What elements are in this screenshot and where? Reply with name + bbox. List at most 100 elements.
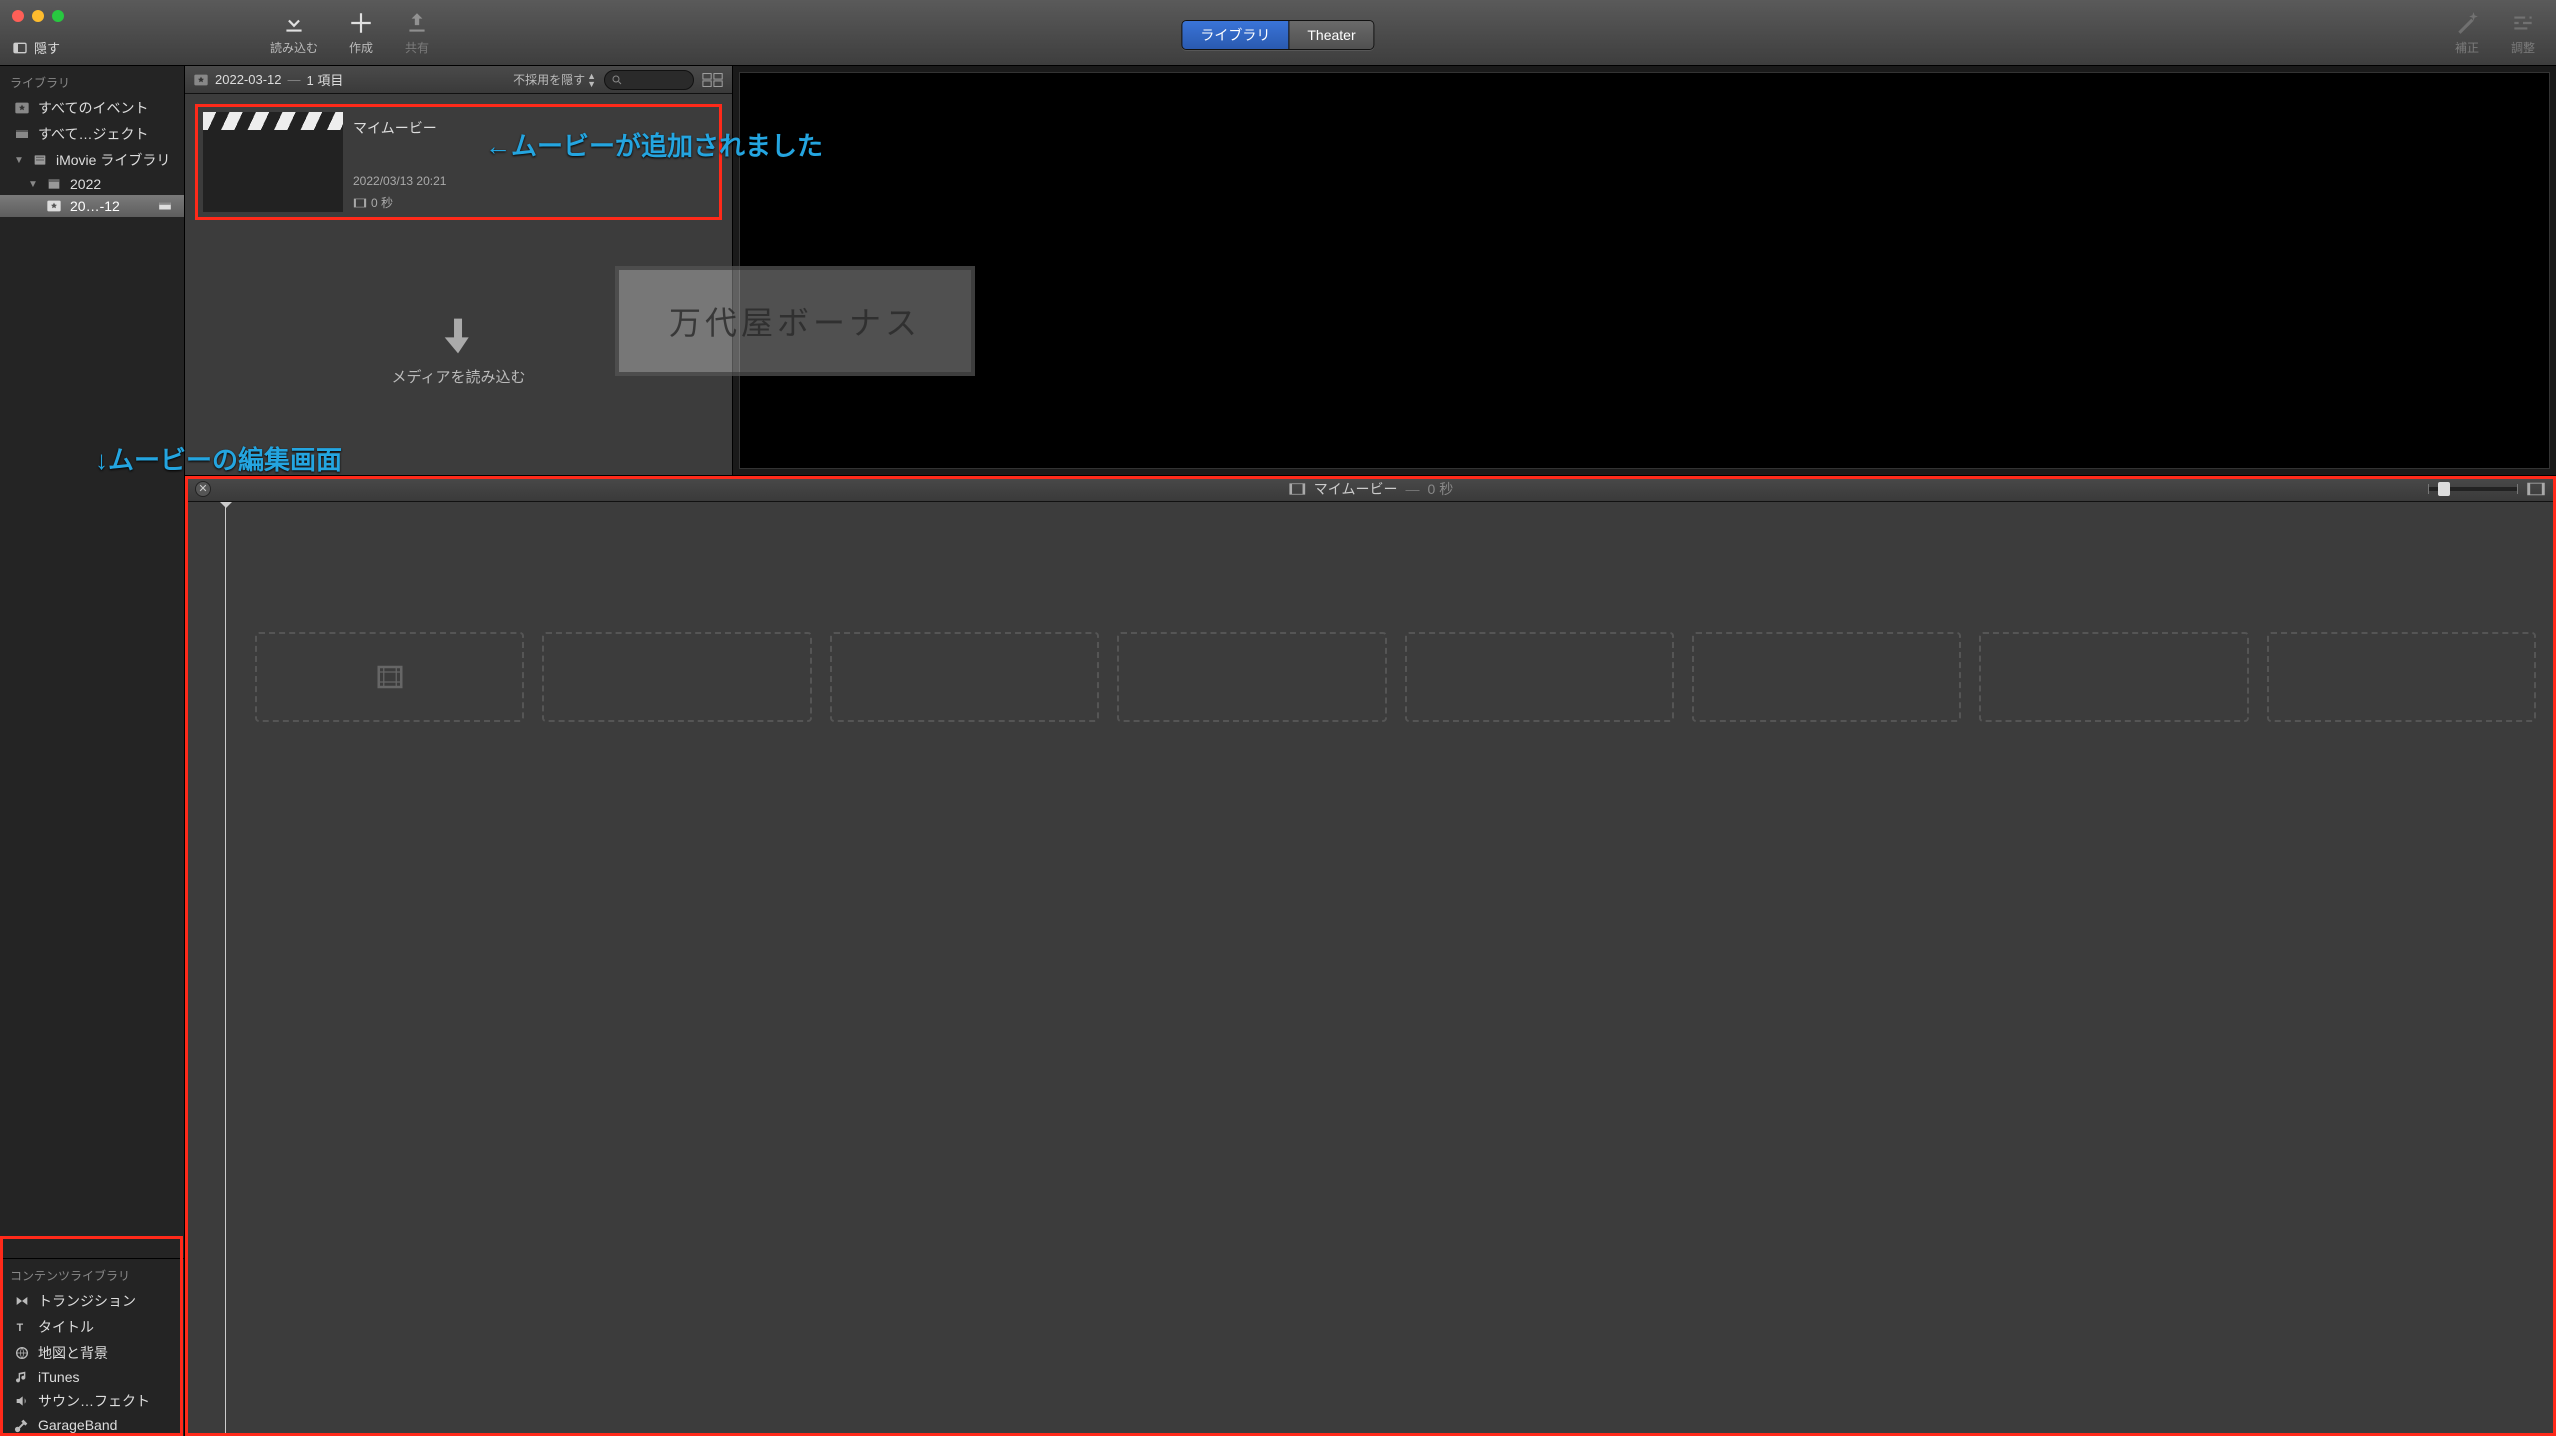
big-arrow-down-icon <box>442 316 474 356</box>
projects-icon <box>14 126 30 142</box>
clapper-mini-icon <box>156 199 174 213</box>
content-itunes[interactable]: iTunes <box>0 1366 184 1388</box>
sidebar-imovie-library[interactable]: ▼ iMovie ライブラリ <box>0 147 184 173</box>
timeline-panel: ✕ マイムービー — 0 秒 <box>185 476 2556 1436</box>
search-input[interactable] <box>604 70 694 90</box>
speaker-icon <box>14 1393 30 1409</box>
disclosure-triangle-icon[interactable]: ▼ <box>14 155 24 166</box>
dash: — <box>1406 481 1420 497</box>
star-icon <box>14 100 30 116</box>
enhance-button[interactable]: 補正 <box>2454 9 2480 56</box>
toolbar-right-group: 補正 調整 <box>2454 0 2536 65</box>
transitions-icon <box>14 1293 30 1309</box>
titles-icon: T <box>14 1319 30 1335</box>
sidebar-imovie-library-label: iMovie ライブラリ <box>56 150 170 170</box>
guitar-icon <box>14 1417 30 1433</box>
movie-duration-text: 0 秒 <box>371 194 393 211</box>
main-toolbar: 隠す 読み込む 作成 共有 ライブラリ Theater 補正 調整 <box>0 0 2556 66</box>
disclosure-triangle-icon[interactable]: ▼ <box>28 179 38 190</box>
center-column: 2022-03-12 — 1 項目 不採用を隠す ▲▼ <box>185 66 2556 1436</box>
main-area: ライブラリ すべてのイベント すべて…ジェクト ▼ iMovie ライブラリ ▼… <box>0 66 2556 1436</box>
playhead[interactable] <box>225 502 226 1436</box>
adjust-button[interactable]: 調整 <box>2510 9 2536 56</box>
library-theater-segmented: ライブラリ Theater <box>1181 20 1374 50</box>
event-name-text: 2022-03-12 <box>215 72 282 87</box>
window-close-button[interactable] <box>12 10 24 22</box>
sidebar-all-events-label: すべてのイベント <box>38 98 148 118</box>
content-garageband-label: GarageBand <box>38 1417 117 1433</box>
video-preview[interactable] <box>739 72 2550 469</box>
event-browser-title: 2022-03-12 — 1 項目 <box>193 70 505 89</box>
empty-clip-placeholders <box>255 632 2536 722</box>
import-hint-text: メディアを読み込む <box>392 366 526 387</box>
sliders-icon <box>2510 10 2536 36</box>
create-label: 作成 <box>349 39 373 56</box>
timeline-track-area[interactable] <box>185 502 2556 1436</box>
library-drive-icon <box>32 152 48 168</box>
movie-thumbnail <box>203 112 343 212</box>
movie-project-card[interactable]: マイムービー 2022/03/13 20:21 0 秒 <box>195 104 722 220</box>
share-button[interactable]: 共有 <box>404 9 430 56</box>
movie-title-text: マイムービー <box>353 118 446 138</box>
filmstrip-icon <box>353 197 367 209</box>
clip-placeholder[interactable] <box>1979 632 2248 722</box>
clip-placeholder[interactable] <box>830 632 1099 722</box>
search-icon <box>611 74 623 86</box>
content-sound-fx-label: サウン…フェクト <box>38 1391 150 1411</box>
sidebar-all-projects[interactable]: すべて…ジェクト <box>0 121 184 147</box>
toolbar-action-group: 読み込む 作成 共有 <box>270 9 430 56</box>
hide-rejected-dropdown[interactable]: 不採用を隠す ▲▼ <box>513 71 596 88</box>
clip-placeholder[interactable] <box>255 632 524 722</box>
content-sound-effects[interactable]: サウン…フェクト <box>0 1388 184 1414</box>
star-icon <box>193 72 209 88</box>
enhance-label: 補正 <box>2455 39 2479 56</box>
magic-wand-icon <box>2454 10 2480 36</box>
segment-library[interactable]: ライブラリ <box>1182 21 1288 49</box>
window-traffic-lights <box>12 10 64 22</box>
sidebar-all-events[interactable]: すべてのイベント <box>0 95 184 121</box>
window-minimize-button[interactable] <box>32 10 44 22</box>
timeline-zoom-slider[interactable] <box>2428 487 2518 491</box>
clip-placeholder[interactable] <box>2267 632 2536 722</box>
filmstrip-icon <box>1288 482 1306 496</box>
content-itunes-label: iTunes <box>38 1369 80 1385</box>
sidebar: ライブラリ すべてのイベント すべて…ジェクト ▼ iMovie ライブラリ ▼… <box>0 66 185 1436</box>
timeline-right-controls <box>2428 481 2546 497</box>
globe-icon <box>14 1345 30 1361</box>
content-garageband[interactable]: GarageBand <box>0 1414 184 1436</box>
thumbnail-grid-icon[interactable] <box>702 72 724 88</box>
clapperboard-stripes-icon <box>203 112 343 130</box>
sidebar-year-2022[interactable]: ▼ 2022 <box>0 173 184 195</box>
share-label: 共有 <box>405 39 429 56</box>
import-button[interactable]: 読み込む <box>270 9 318 56</box>
calendar-icon <box>46 176 62 192</box>
sidebar-event-selected[interactable]: 20…-12 <box>0 195 184 217</box>
sidebar-section-library: ライブラリ <box>0 66 184 95</box>
zoom-slider-thumb[interactable] <box>2438 482 2450 496</box>
hide-sidebar-button[interactable]: 隠す <box>12 38 60 57</box>
timeline-duration-text: 0 秒 <box>1428 479 1454 499</box>
sidebar-year-label: 2022 <box>70 176 101 192</box>
adjust-label: 調整 <box>2511 39 2535 56</box>
sidebar-collapse-icon <box>12 40 28 56</box>
content-maps[interactable]: 地図と背景 <box>0 1340 184 1366</box>
clip-placeholder[interactable] <box>1405 632 1674 722</box>
movie-date-text: 2022/03/13 20:21 <box>353 174 446 188</box>
import-media-hint[interactable]: メディアを読み込む <box>392 316 526 387</box>
clip-placeholder[interactable] <box>1117 632 1386 722</box>
segment-theater[interactable]: Theater <box>1288 21 1373 49</box>
svg-text:T: T <box>17 1322 24 1334</box>
clip-display-icon[interactable] <box>2526 481 2546 497</box>
sidebar-all-projects-label: すべて…ジェクト <box>38 124 148 144</box>
timeline-close-button[interactable]: ✕ <box>195 481 211 497</box>
clip-placeholder[interactable] <box>1692 632 1961 722</box>
window-zoom-button[interactable] <box>52 10 64 22</box>
dash: — <box>288 72 301 87</box>
content-titles[interactable]: T タイトル <box>0 1314 184 1340</box>
clip-placeholder[interactable] <box>542 632 811 722</box>
create-button[interactable]: 作成 <box>348 9 374 56</box>
timeline-title-text: マイムービー <box>1314 479 1398 499</box>
content-transitions[interactable]: トランジション <box>0 1288 184 1314</box>
plus-icon <box>348 10 374 36</box>
sidebar-section-content: コンテンツライブラリ <box>0 1259 184 1288</box>
